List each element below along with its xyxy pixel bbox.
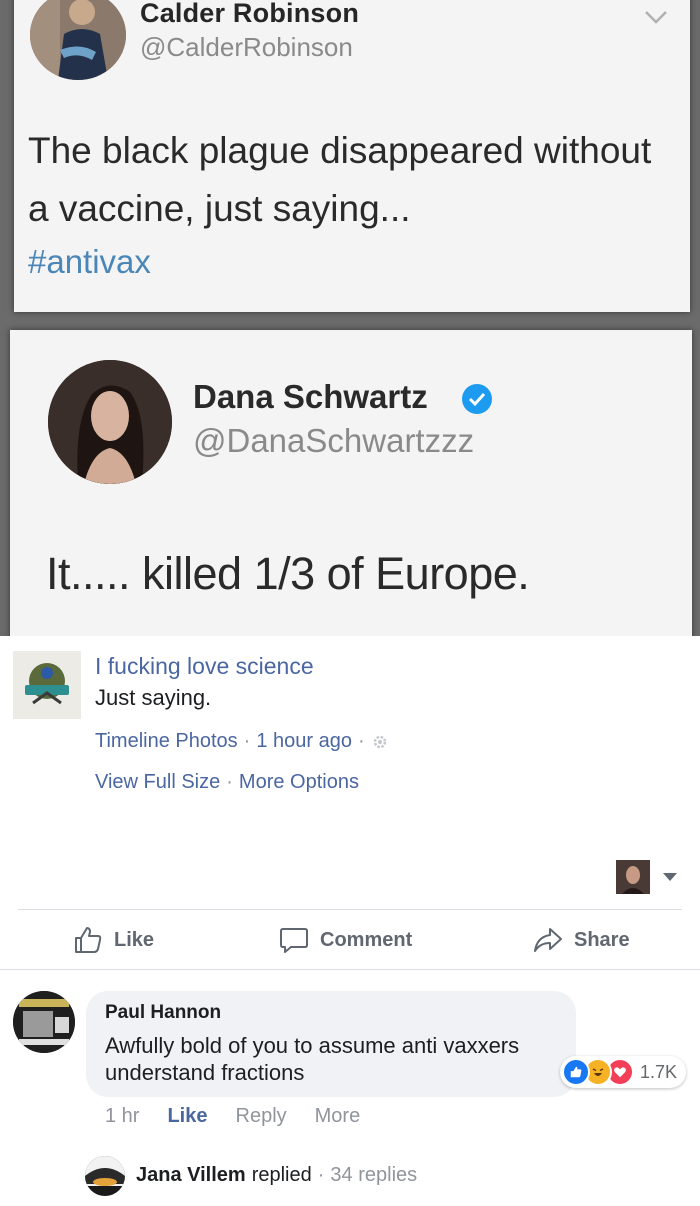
post-caption: Just saying. — [95, 685, 212, 710]
gear-icon[interactable] — [371, 733, 389, 751]
thumbs-up-icon — [75, 927, 102, 953]
comment-actions: 1 hr Like Reply More — [105, 1105, 360, 1128]
viewer-avatar[interactable] — [616, 860, 650, 894]
comment-text: Awfully bold of you to assume anti vaxxe… — [105, 1033, 520, 1085]
avatar — [48, 360, 172, 484]
comment-more-button[interactable]: More — [315, 1105, 361, 1128]
tweet-author-name: Calder Robinson — [140, 0, 360, 28]
tweet-author-handle: @DanaSchwartzzz — [193, 422, 475, 459]
avatar — [30, 0, 126, 80]
comment-button[interactable]: Comment — [278, 922, 412, 958]
reactions-summary[interactable]: 1.7K — [560, 1056, 686, 1088]
reaction-count: 1.7K — [640, 1061, 678, 1082]
commenter-avatar[interactable] — [13, 991, 75, 1053]
page-name-link[interactable]: I fucking love science — [95, 653, 314, 680]
share-icon — [534, 928, 562, 952]
reply-count: 34 replies — [330, 1164, 418, 1186]
post-timestamp[interactable]: 1 hour ago — [256, 730, 352, 753]
view-full-size-link[interactable]: View Full Size — [95, 771, 220, 794]
separator-dot: · — [243, 730, 251, 752]
share-label: Share — [574, 928, 630, 951]
tweet-text: It..... killed 1/3 of Europe. — [46, 548, 530, 599]
separator-dot: · — [317, 1164, 325, 1186]
like-label: Like — [114, 928, 155, 951]
tweet-card-calder: Calder Robinson @CalderRobinson The blac… — [14, 0, 690, 312]
page-avatar[interactable] — [13, 651, 81, 719]
share-button[interactable]: Share — [532, 922, 630, 958]
verified-badge-icon — [462, 384, 492, 414]
tweet-card-dana: Dana Schwartz @DanaSchwartzzz It..... ki… — [10, 330, 692, 636]
tweet-author-handle: @CalderRobinson — [140, 32, 353, 62]
tweet-author-name: Dana Schwartz — [193, 378, 428, 415]
comment-reply-button[interactable]: Reply — [236, 1105, 287, 1128]
like-button[interactable]: Like — [72, 922, 154, 958]
separator-dot: · — [226, 771, 233, 793]
comment-timestamp[interactable]: 1 hr — [105, 1105, 139, 1128]
album-link[interactable]: Timeline Photos — [95, 730, 238, 753]
divider — [18, 909, 682, 910]
comment-author-link[interactable]: Paul Hannon — [105, 1002, 221, 1024]
comment-bubble: Paul Hannon Awfully bold of you to assum… — [86, 991, 576, 1097]
more-options-link[interactable]: More Options — [239, 771, 359, 794]
comment-label: Comment — [320, 928, 413, 951]
view-replies-link[interactable]: Jana Villem replied · 34 replies — [136, 1164, 417, 1187]
divider — [0, 969, 700, 970]
chevron-down-icon — [645, 11, 667, 24]
replier-avatar[interactable] — [85, 1156, 125, 1196]
tweet-hashtag: #antivax — [28, 243, 151, 280]
like-reaction-icon — [562, 1058, 590, 1086]
post-links: View Full Size · More Options — [95, 771, 359, 794]
chevron-down-icon[interactable] — [663, 873, 677, 881]
replier-name: Jana Villem — [136, 1164, 246, 1186]
post-photo[interactable]: Calder Robinson @CalderRobinson The blac… — [0, 0, 700, 636]
comment-like-button[interactable]: Like — [167, 1105, 207, 1128]
comment-icon — [280, 928, 308, 953]
separator-dot: · — [357, 730, 365, 752]
post-meta: Timeline Photos · 1 hour ago · — [95, 730, 389, 753]
tweet-text: The black plague disappeared without a v… — [28, 130, 652, 229]
replied-verb: replied — [251, 1164, 312, 1186]
